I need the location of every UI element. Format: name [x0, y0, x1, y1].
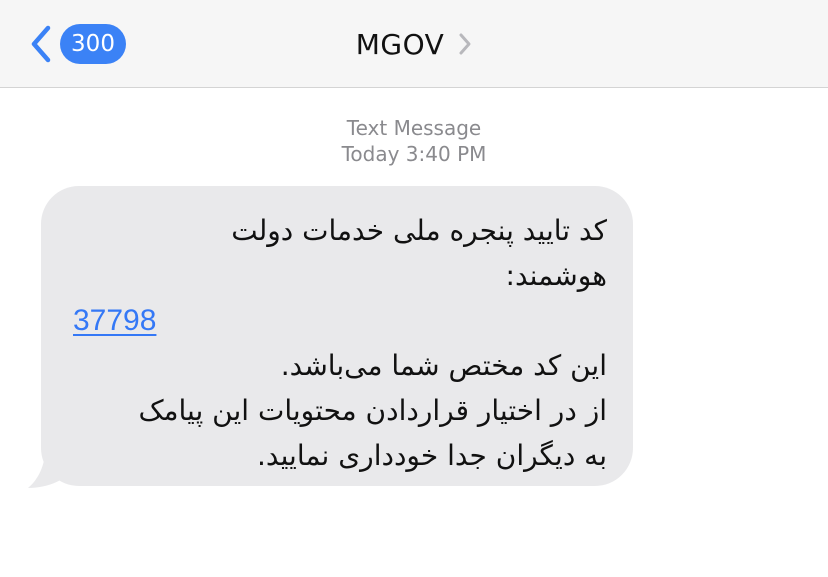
contact-name[interactable]: MGOV [356, 28, 445, 61]
message-line: از در اختیار قراردادن محتویات این پیامک [138, 394, 607, 427]
chevron-right-icon[interactable] [458, 32, 472, 56]
message-timestamp: Text Message Today 3:40 PM [0, 115, 828, 167]
message-line: هوشمند: [505, 259, 607, 292]
message-line: کد تایید پنجره ملی خدمات دولت [231, 214, 607, 247]
message-line: به دیگران جدا خودداری نمایید. [257, 439, 607, 472]
message-body: کد تایید پنجره ملی خدمات دولت هوشمند: 37… [41, 186, 633, 486]
message-bubble[interactable]: کد تایید پنجره ملی خدمات دولت هوشمند: 37… [41, 186, 633, 486]
verification-code-link[interactable]: 37798 [73, 304, 156, 337]
verification-code-line: 37798 [73, 298, 607, 343]
message-line: این کد مختص شما می‌باشد. [280, 349, 607, 382]
message-time: Today 3:40 PM [341, 142, 487, 166]
message-type-label: Text Message [346, 116, 482, 140]
contact-details-button[interactable]: MGOV [0, 22, 828, 66]
navigation-bar: 300 MGOV [0, 0, 828, 88]
